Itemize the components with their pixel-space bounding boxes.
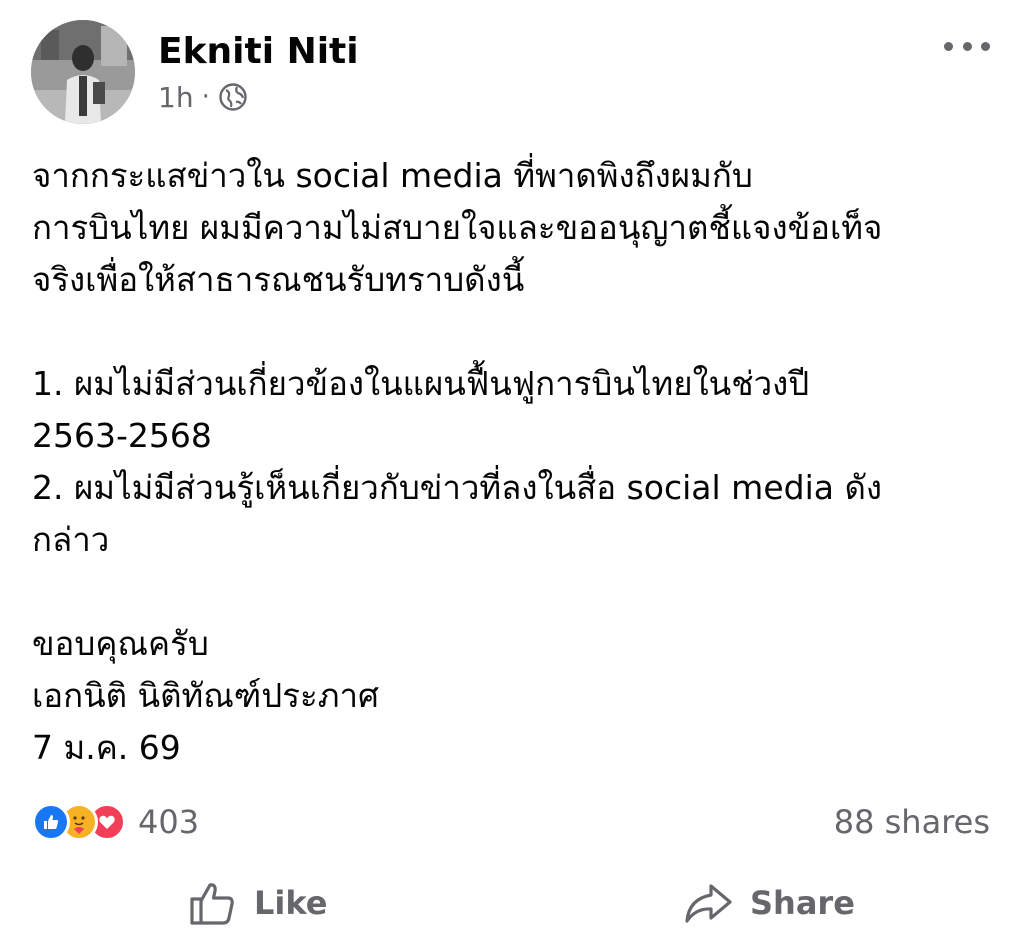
reaction-summary[interactable]: 403	[32, 802, 199, 842]
avatar[interactable]	[31, 20, 135, 124]
post-actions: Like Share	[0, 870, 1024, 936]
thumbs-up-icon	[190, 883, 234, 925]
more-options-button[interactable]	[944, 34, 990, 58]
post-signature: เอกนิติ นิติทัณฑ์ประภาศ	[32, 676, 379, 715]
avatar-image	[31, 20, 135, 124]
more-icon-dot	[944, 41, 953, 51]
reaction-count: 403	[138, 803, 200, 841]
post-time[interactable]: 1h	[158, 81, 194, 114]
post-date: 7 ม.ค. 69	[32, 728, 181, 767]
more-icon-dot	[981, 41, 990, 51]
shares-count[interactable]: 88 shares	[834, 802, 990, 842]
post-list-item-1: 1. ผมไม่มีส่วนเกี่ยวข้องในแผนฟื้นฟูการบิ…	[32, 364, 810, 455]
more-icon-dot	[962, 41, 972, 51]
like-label: Like	[254, 884, 328, 922]
post-meta: 1h ·	[158, 80, 248, 114]
post-card: Ekniti Niti 1h · จากกระแสข่าวใน social m…	[0, 0, 1024, 946]
like-reaction-icon	[32, 803, 70, 841]
post-text: จากกระแสข่าวใน social media ที่พาดพิงถึง…	[32, 150, 992, 774]
share-button[interactable]: Share	[682, 870, 855, 936]
meta-separator: ·	[201, 82, 210, 112]
globe-icon	[218, 82, 248, 112]
author-name[interactable]: Ekniti Niti	[158, 30, 359, 74]
share-label: Share	[750, 884, 855, 922]
post-paragraph-intro: จากกระแสข่าวใน social media ที่พาดพิงถึง…	[32, 156, 883, 299]
post-list-item-2: 2. ผมไม่มีส่วนรู้เห็นเกี่ยวกับข่าวที่ลงใ…	[32, 468, 882, 559]
post-thanks: ขอบคุณครับ	[32, 624, 209, 663]
share-arrow-icon	[685, 884, 732, 923]
reaction-icons	[32, 803, 126, 841]
like-button[interactable]: Like	[186, 870, 327, 936]
